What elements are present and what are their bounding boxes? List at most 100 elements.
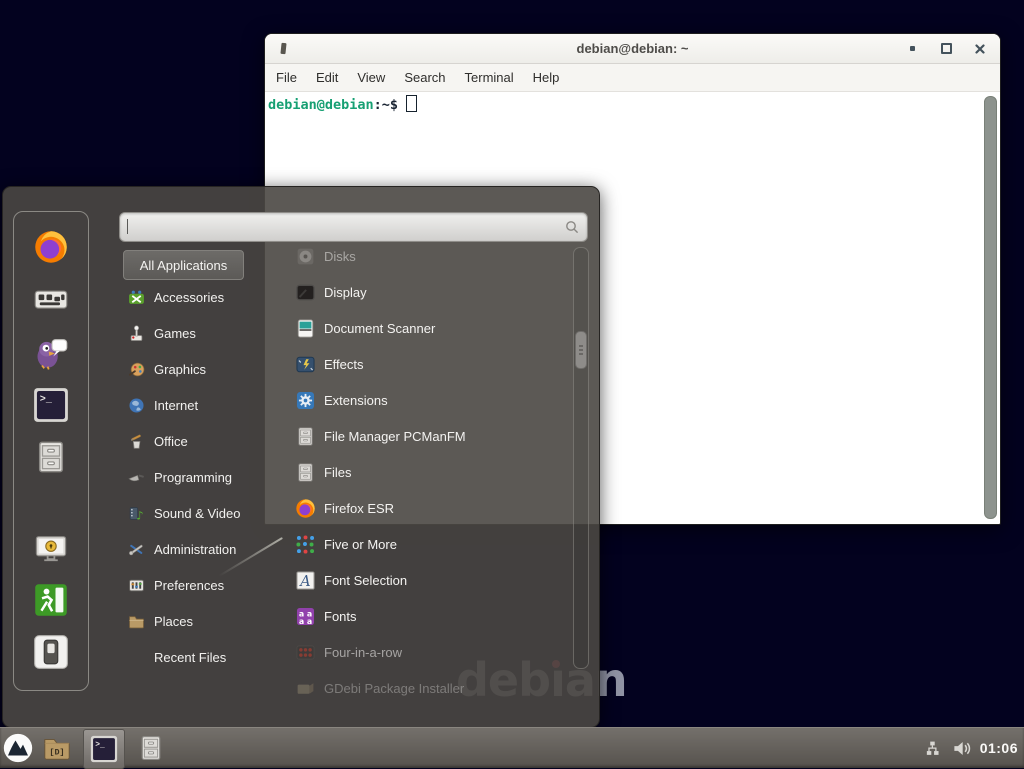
file-manager-launcher[interactable] xyxy=(137,734,165,762)
gdebi-icon xyxy=(295,678,316,699)
app-label: Four-in-a-row xyxy=(324,645,402,660)
category-places[interactable]: Places xyxy=(128,603,193,639)
category-label: Games xyxy=(154,326,196,341)
app-label: Disks xyxy=(324,249,356,264)
menu-help[interactable]: Help xyxy=(533,70,560,85)
app-file-manager-pcmanfm[interactable]: File Manager PCManFM xyxy=(295,418,466,454)
app-label: Five or More xyxy=(324,537,397,552)
terminal-scrollbar[interactable] xyxy=(984,96,997,519)
menu-terminal[interactable]: Terminal xyxy=(465,70,514,85)
category-label: Sound & Video xyxy=(154,506,241,521)
lock-screen-icon xyxy=(33,531,69,567)
category-recent-files[interactable]: Recent Files xyxy=(154,639,226,675)
app-gdebi-package-installer[interactable]: GDebi Package Installer xyxy=(295,670,464,706)
programming-icon xyxy=(128,469,145,486)
category-internet[interactable]: Internet xyxy=(128,387,198,423)
menu-button[interactable] xyxy=(3,733,33,763)
svg-text:>_: >_ xyxy=(95,740,105,749)
app-files[interactable]: Files xyxy=(295,454,351,490)
category-office[interactable]: Office xyxy=(128,423,188,459)
preferences-icon xyxy=(128,577,145,594)
terminal-icon: >_ xyxy=(33,387,69,423)
games-icon xyxy=(128,325,145,342)
menu-file[interactable]: File xyxy=(276,70,297,85)
prompt-user: debian@debian xyxy=(268,97,374,113)
favorite-terminal[interactable]: >_ xyxy=(33,387,69,423)
app-document-scanner[interactable]: Document Scanner xyxy=(295,310,435,346)
five-or-more-icon xyxy=(295,534,316,555)
menu-view[interactable]: View xyxy=(357,70,385,85)
app-five-or-more[interactable]: Five or More xyxy=(295,526,397,562)
desktop-folder-launcher[interactable]: [D] xyxy=(42,733,72,763)
category-accessories[interactable]: Accessories xyxy=(128,279,224,315)
maximize-button[interactable] xyxy=(940,43,952,55)
app-disks[interactable]: Disks xyxy=(295,238,356,274)
app-firefox-esr[interactable]: Firefox ESR xyxy=(295,490,394,526)
prompt-suffix: :~$ xyxy=(374,97,398,113)
scrollbar-thumb[interactable] xyxy=(575,331,587,369)
category-preferences[interactable]: Preferences xyxy=(128,567,224,603)
category-graphics[interactable]: Graphics xyxy=(128,351,206,387)
clock[interactable]: 01:06 xyxy=(980,740,1018,756)
firefox-icon xyxy=(33,229,69,265)
search-icon xyxy=(564,219,580,235)
favorite-pidgin[interactable] xyxy=(33,334,69,370)
svg-text:A: A xyxy=(298,573,310,589)
app-display[interactable]: Display xyxy=(295,274,367,310)
favorite-firefox[interactable] xyxy=(33,229,69,265)
fonts-icon: a aa a xyxy=(295,606,316,627)
taskbar: [D] >_ 01:06 xyxy=(0,727,1024,768)
category-label: Internet xyxy=(154,398,198,413)
log-out-button[interactable] xyxy=(33,582,69,618)
terminal-icon: >_ xyxy=(90,735,118,763)
app-font-selection[interactable]: A Font Selection xyxy=(295,562,407,598)
shell-prompt: debian@debian:~$ xyxy=(268,95,417,113)
minimize-button[interactable] xyxy=(906,43,918,55)
app-list-scrollbar[interactable] xyxy=(573,247,589,669)
file-cabinet-icon xyxy=(33,439,69,475)
window-controls xyxy=(906,34,986,63)
app-label: Font Selection xyxy=(324,573,407,588)
category-sound-video[interactable]: ♪ Sound & Video xyxy=(128,495,241,531)
document-scanner-icon xyxy=(295,318,316,339)
app-fonts[interactable]: a aa a Fonts xyxy=(295,598,357,634)
pidgin-icon xyxy=(33,334,69,370)
shut-down-button[interactable] xyxy=(33,634,69,670)
category-administration[interactable]: Administration xyxy=(128,531,236,567)
category-label: Places xyxy=(154,614,193,629)
app-label: Document Scanner xyxy=(324,321,435,336)
lock-screen-button[interactable] xyxy=(33,531,69,567)
sound-video-icon: ♪ xyxy=(128,505,145,522)
favorite-keyboard[interactable] xyxy=(33,281,69,317)
category-label: Recent Files xyxy=(154,650,226,665)
menu-edit[interactable]: Edit xyxy=(316,70,338,85)
svg-text:>_: >_ xyxy=(40,395,53,406)
close-icon xyxy=(975,44,985,54)
accessories-icon xyxy=(128,289,145,306)
category-label: Accessories xyxy=(154,290,224,305)
terminal-titlebar[interactable]: debian@debian: ~ xyxy=(265,34,1000,64)
svg-text:[D]: [D] xyxy=(49,748,64,758)
category-label: Graphics xyxy=(154,362,206,377)
category-games[interactable]: Games xyxy=(128,315,196,351)
app-effects[interactable]: Effects xyxy=(295,346,364,382)
app-extensions[interactable]: Extensions xyxy=(295,382,388,418)
app-label: Effects xyxy=(324,357,364,372)
close-button[interactable] xyxy=(974,43,986,55)
app-label: Fonts xyxy=(324,609,357,624)
menu-search[interactable]: Search xyxy=(404,70,445,85)
volume-icon[interactable] xyxy=(952,739,971,758)
office-icon xyxy=(128,433,145,450)
network-icon[interactable] xyxy=(926,740,943,757)
terminal-menubar: File Edit View Search Terminal Help xyxy=(265,64,1000,92)
app-label: Display xyxy=(324,285,367,300)
favorite-file-manager[interactable] xyxy=(33,439,69,475)
all-applications-button[interactable]: All Applications xyxy=(123,250,244,280)
category-programming[interactable]: Programming xyxy=(128,459,232,495)
desktop: debıan debian@debian: ~ File Edit View S… xyxy=(0,0,1024,768)
app-four-in-a-row[interactable]: Four-in-a-row xyxy=(295,634,402,670)
terminal-launcher[interactable]: >_ xyxy=(83,729,125,769)
app-label: File Manager PCManFM xyxy=(324,429,466,444)
administration-icon xyxy=(128,541,145,558)
search-input[interactable] xyxy=(120,213,587,241)
